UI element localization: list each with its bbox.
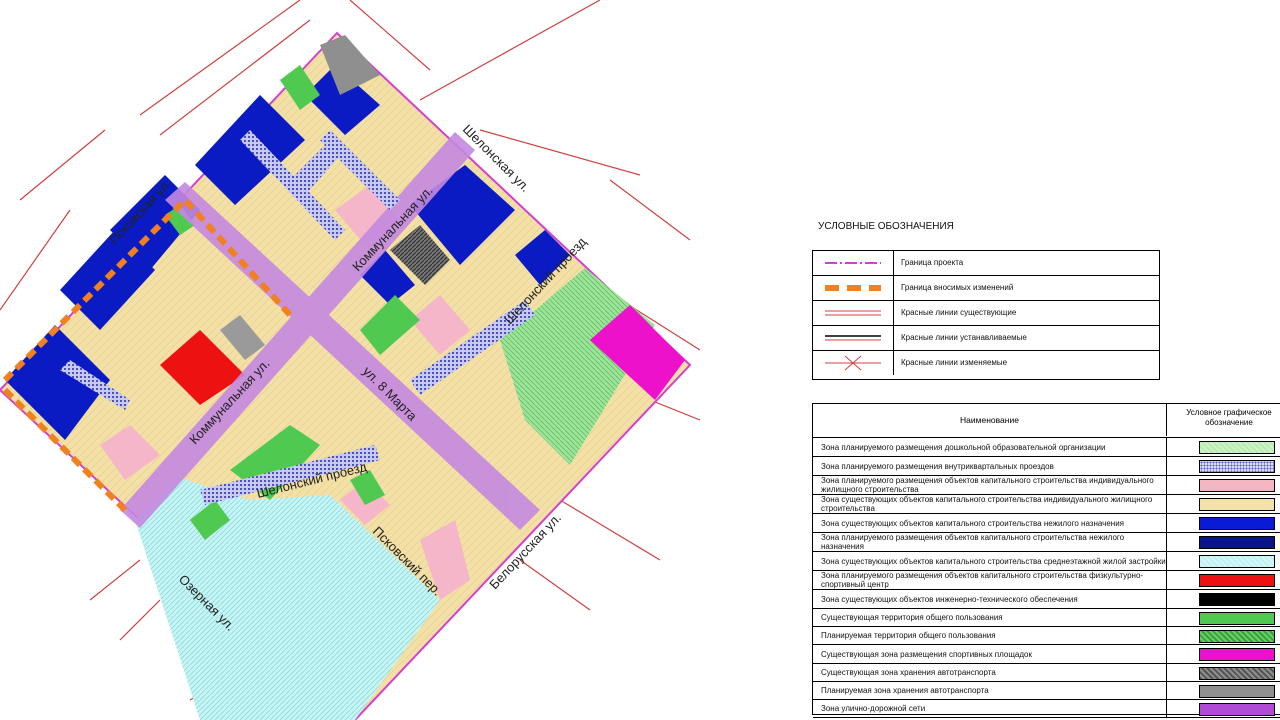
zone-row-label: Планируемая территория общего пользовани… xyxy=(813,627,1167,644)
zone-swatch xyxy=(1199,611,1275,625)
header-symbol: Условное графическое обозначение xyxy=(1186,408,1272,427)
zone-row: Зона планируемого размещения дошкольной … xyxy=(813,438,1280,457)
black-red-double-line-icon xyxy=(813,326,894,350)
zone-swatch xyxy=(1199,441,1275,454)
legend-label: Красные линии существующие xyxy=(901,308,1017,317)
legend-row-project-boundary: Граница проекта xyxy=(813,251,1159,276)
zone-swatch xyxy=(1199,629,1275,643)
legend-row-red-new: Красные линии устанавливаемые xyxy=(813,326,1159,351)
zone-row-label: Зона планируемого размещения объектов ка… xyxy=(813,533,1167,551)
legend-row-red-existing: Красные линии существующие xyxy=(813,301,1159,326)
legend-label: Граница проекта xyxy=(901,258,964,267)
zoning-map: Псковская ул. Шелонская ул. Коммунальная… xyxy=(0,0,701,720)
zone-row: Планируемая зона хранения автотранспорта xyxy=(813,682,1280,700)
zone-swatch xyxy=(1199,666,1275,680)
zone-row-label: Зона улично-дорожной сети xyxy=(813,700,1167,717)
zone-row-label: Зона планируемого размещения дошкольной … xyxy=(813,438,1167,456)
zone-swatch xyxy=(1199,593,1275,606)
zones-table-header: Наименование Условное графическое обозна… xyxy=(813,404,1280,438)
zone-row-label: Существующая зона хранения автотранспорт… xyxy=(813,664,1167,681)
zone-row: Зона планируемого размещения объектов ка… xyxy=(813,571,1280,590)
zone-row: Зона планируемого размещения объектов ка… xyxy=(813,533,1280,552)
zone-swatch xyxy=(1199,555,1275,568)
zone-row-label: Зона существующих объектов капитального … xyxy=(813,514,1167,532)
zone-row: Зона существующих объектов капитального … xyxy=(813,495,1280,514)
zone-swatch xyxy=(1199,460,1275,473)
legend-row-change-boundary: Граница вносимых изменений xyxy=(813,276,1159,301)
orange-dash-line-icon xyxy=(813,276,894,300)
zone-swatch xyxy=(1199,684,1275,698)
header-name: Наименование xyxy=(813,404,1167,436)
zone-row: Зона существующих объектов капитального … xyxy=(813,552,1280,571)
legend-lines: Граница проекта Граница вносимых изменен… xyxy=(812,250,1160,380)
zone-row: Зона планируемого размещения внутрикварт… xyxy=(813,457,1280,476)
zone-row: Зона существующих объектов капитального … xyxy=(813,514,1280,533)
zone-row-label: Зона планируемого размещения объектов ка… xyxy=(813,476,1167,494)
zone-swatch xyxy=(1199,648,1275,661)
zone-swatch xyxy=(1199,479,1275,492)
zone-row-label: Зона существующих объектов капитального … xyxy=(813,552,1167,570)
zone-row: Существующая зона хранения автотранспорт… xyxy=(813,664,1280,682)
zone-row: Зона существующих объектов инженерно-тех… xyxy=(813,590,1280,609)
zone-row-label: Существующая зона размещения спортивных … xyxy=(813,645,1167,663)
zone-row-label: Зона существующих объектов инженерно-тех… xyxy=(813,590,1167,608)
zones-table: Наименование Условное графическое обозна… xyxy=(812,403,1280,718)
legend-label: Красные линии изменяемые xyxy=(901,358,1008,367)
legend-label: Граница вносимых изменений xyxy=(901,283,1014,292)
red-cross-line-icon xyxy=(813,351,894,375)
legend-row-red-changed: Красные линии изменяемые xyxy=(813,351,1159,376)
zone-row-label: Зона планируемого размещения внутрикварт… xyxy=(813,457,1167,475)
zone-swatch xyxy=(1199,498,1275,511)
zone-row-label: Зона планируемого размещения объектов ка… xyxy=(813,571,1167,589)
zone-row-label: Зона существующих объектов капитального … xyxy=(813,495,1167,513)
zone-row: Зона улично-дорожной сети xyxy=(813,700,1280,718)
zone-swatch xyxy=(1199,702,1275,716)
zone-swatch xyxy=(1199,536,1275,549)
zone-row: Существующая территория общего пользован… xyxy=(813,609,1280,627)
legend-title: УСЛОВНЫЕ ОБОЗНАЧЕНИЯ xyxy=(818,221,954,232)
red-double-line-icon xyxy=(813,301,894,325)
legend-label: Красные линии устанавливаемые xyxy=(901,333,1027,342)
zone-row: Планируемая территория общего пользовани… xyxy=(813,627,1280,645)
magenta-dash-line-icon xyxy=(813,251,894,275)
zone-row-label: Планируемая зона хранения автотранспорта xyxy=(813,682,1167,699)
zone-swatch xyxy=(1199,517,1275,530)
zone-row: Зона планируемого размещения объектов ка… xyxy=(813,476,1280,495)
zone-row: Существующая зона размещения спортивных … xyxy=(813,645,1280,664)
zone-row-label: Существующая территория общего пользован… xyxy=(813,609,1167,626)
zone-swatch xyxy=(1199,574,1275,587)
